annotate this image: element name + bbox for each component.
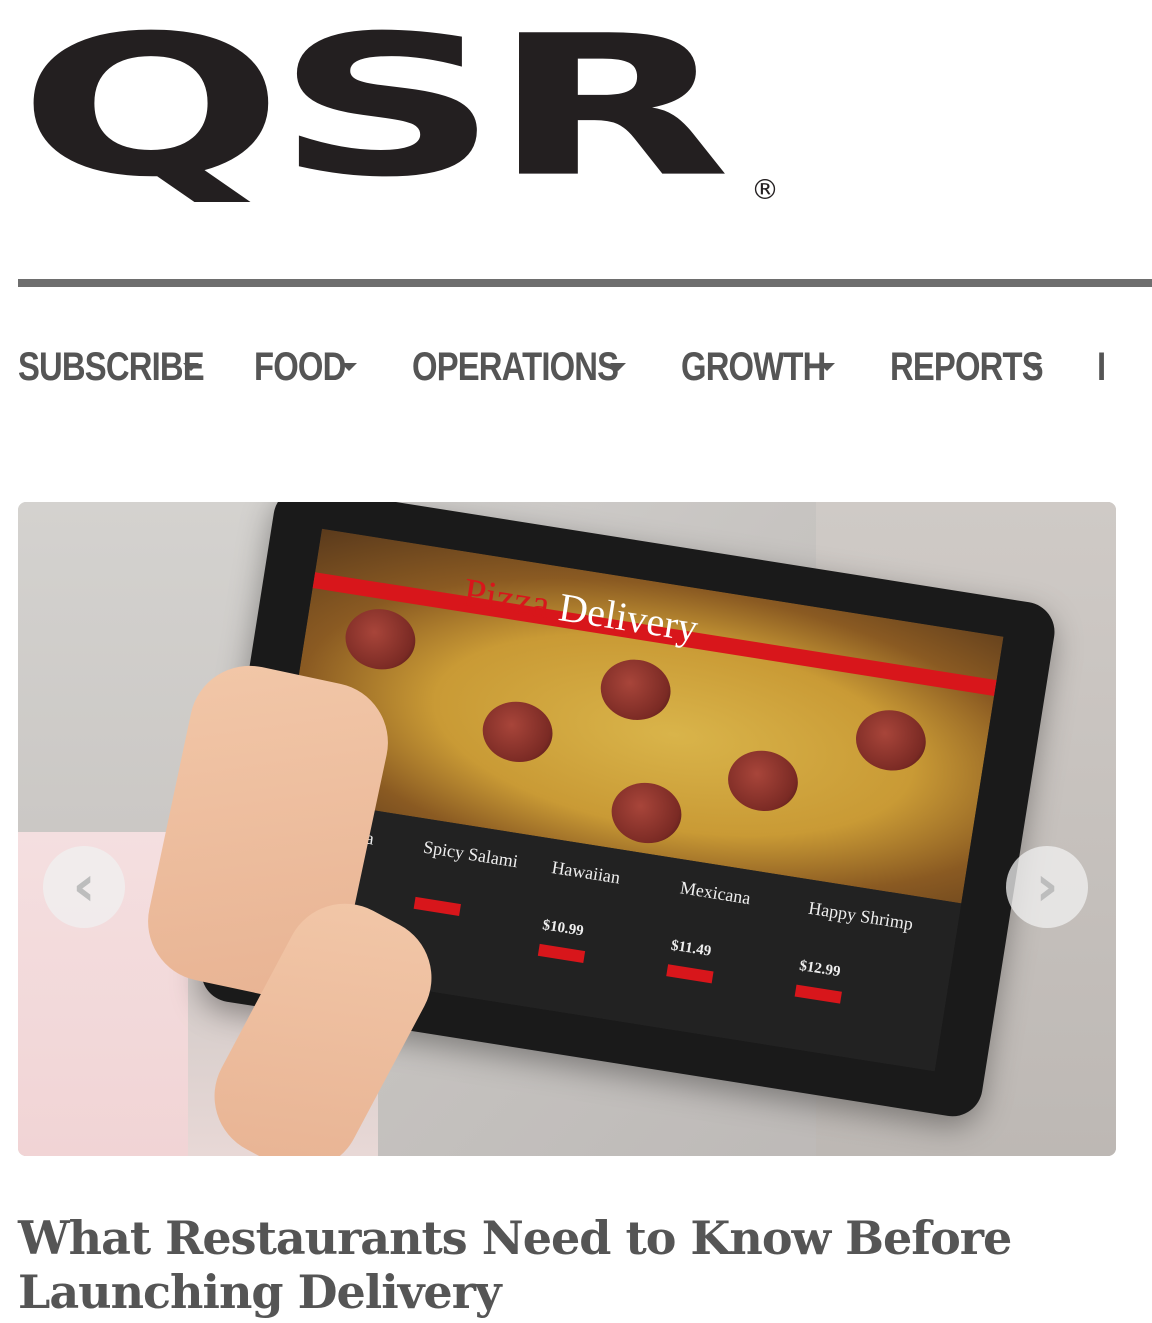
menu-item-name: Spicy Salami [421, 836, 520, 872]
carousel-prev-button[interactable]: ‹ [43, 846, 125, 928]
pepperoni-image [723, 745, 803, 816]
nav-item-operations[interactable]: OPERATIONS [412, 345, 626, 390]
chevron-right-icon: › [1035, 854, 1059, 919]
menu-item: Hawaiian $10.99 [537, 857, 672, 975]
nav-item-label: I [1097, 344, 1106, 389]
registered-mark: ® [751, 173, 779, 206]
logo-wordmark: QSR [18, 0, 731, 220]
carousel-next-button[interactable]: › [1006, 846, 1088, 928]
pepperoni-image [478, 696, 557, 767]
nav-item-reports[interactable]: REPORTS [890, 344, 1044, 390]
featured-carousel[interactable]: Pizza Delivery Margherita $7.99 Spicy Sa… [18, 502, 1116, 1156]
header-divider [18, 279, 1152, 287]
nav-item-overflow[interactable]: I [1097, 345, 1137, 390]
site-logo[interactable]: QSR ® [18, 10, 779, 210]
pepperoni-image [851, 705, 931, 776]
menu-item: Happy Shrimp $12.99 [794, 897, 929, 1016]
add-to-cart-button [666, 964, 714, 984]
add-to-cart-button [537, 943, 586, 963]
menu-item-name: Hawaiian [550, 857, 622, 888]
nav-item-food[interactable]: FOOD [254, 345, 357, 390]
add-to-cart-button [794, 984, 842, 1004]
menu-item: Mexicana $11.49 [666, 877, 800, 995]
article-headline[interactable]: What Restaurants Need to Know Before Lau… [18, 1211, 1118, 1319]
pepperoni-image [596, 654, 675, 725]
add-to-cart-button [413, 896, 461, 916]
menu-item: Spicy Salami [413, 836, 544, 928]
nav-item-label: FOOD [254, 344, 346, 389]
nav-item-label: REPORTS [890, 344, 1044, 389]
main-nav: SUBSCRIBE FOOD OPERATIONS GROWTH REPORTS… [18, 336, 1152, 398]
nav-item-subscribe[interactable]: SUBSCRIBE [18, 344, 205, 390]
menu-item-name: Happy Shrimp [807, 897, 915, 934]
pepperoni-image [607, 777, 686, 849]
nav-item-label: SUBSCRIBE [18, 344, 205, 389]
chevron-left-icon: ‹ [72, 854, 96, 919]
nav-item-label: OPERATIONS [412, 344, 619, 389]
nav-item-growth[interactable]: GROWTH [681, 345, 835, 390]
pepperoni-image [341, 604, 420, 675]
nav-item-label: GROWTH [681, 344, 826, 389]
menu-item-name: Mexicana [678, 877, 752, 909]
